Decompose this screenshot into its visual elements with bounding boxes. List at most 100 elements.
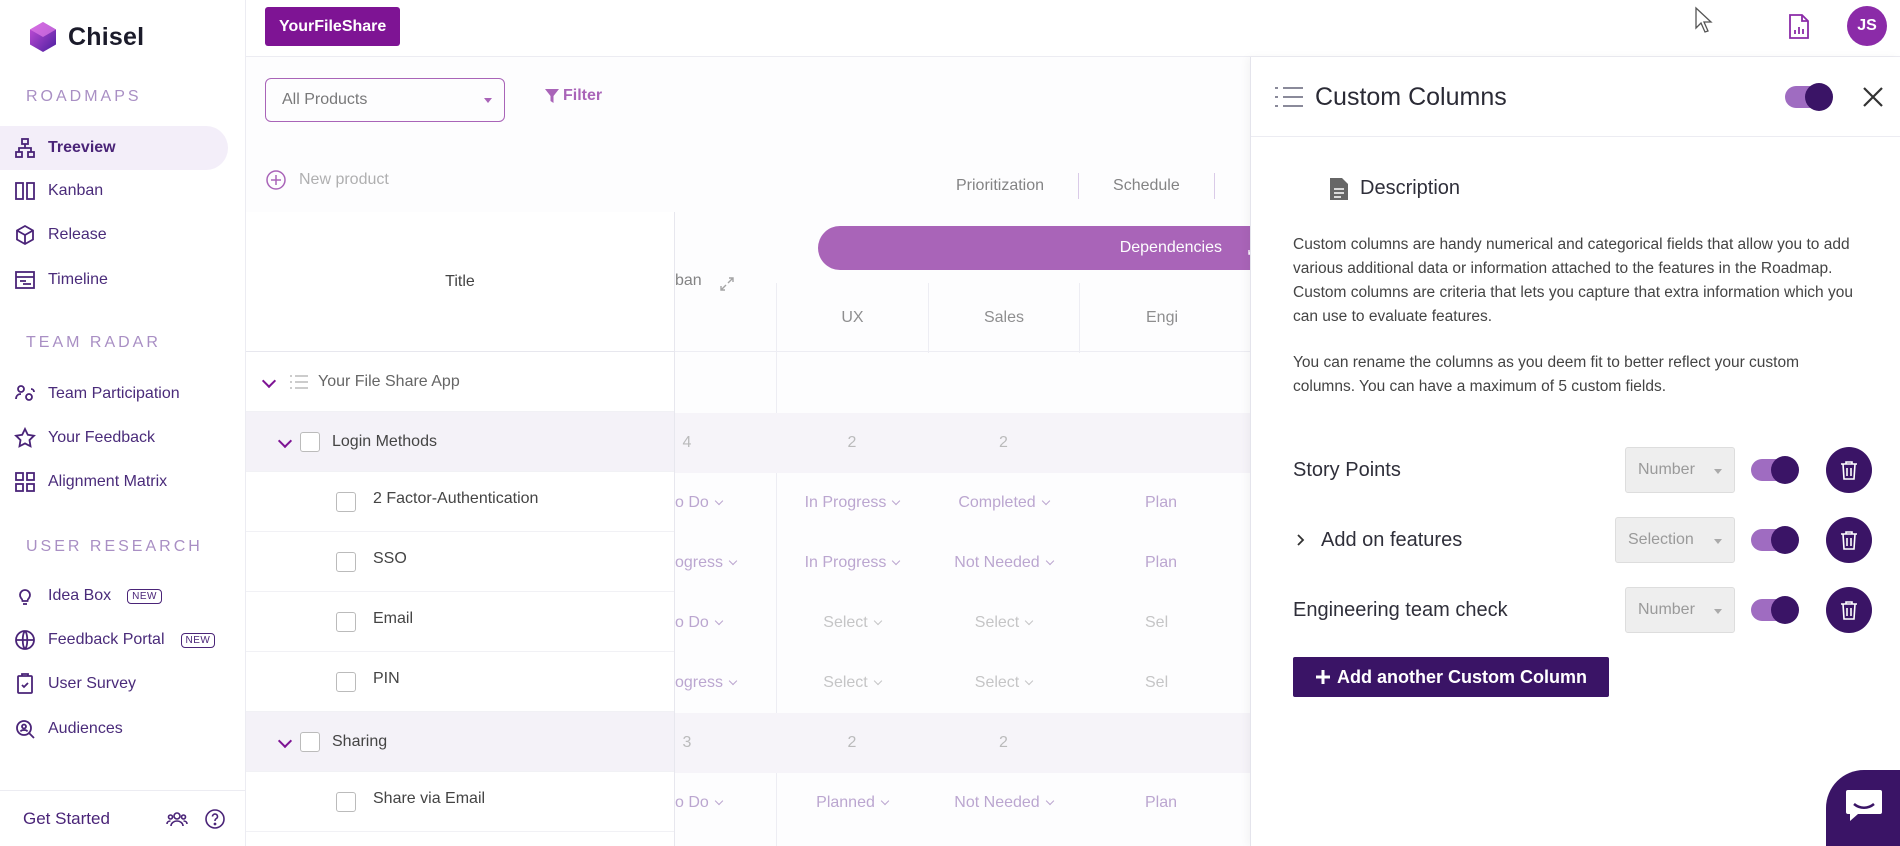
tree-icon bbox=[14, 137, 36, 159]
logo[interactable]: Chisel bbox=[26, 20, 144, 54]
column-type-select[interactable]: Number bbox=[1625, 447, 1735, 493]
chevron-right-icon[interactable] bbox=[1297, 534, 1305, 546]
table-row[interactable]: Sharing bbox=[246, 712, 674, 772]
table-row[interactable]: Share via Email bbox=[246, 772, 674, 832]
panel-enable-toggle[interactable] bbox=[1785, 83, 1833, 111]
delete-column-button[interactable] bbox=[1826, 517, 1872, 563]
trash-icon bbox=[1841, 531, 1857, 550]
custom-columns-panel: Custom Columns Description Custom column… bbox=[1250, 57, 1900, 846]
kanban-status-dropdown[interactable]: ogress bbox=[675, 653, 750, 713]
ux-cell: 2 bbox=[847, 734, 857, 751]
lightbulb-icon bbox=[14, 585, 36, 607]
column-type-select[interactable]: Number bbox=[1625, 587, 1735, 633]
tab-schedule[interactable]: Schedule bbox=[1079, 173, 1215, 199]
table-row[interactable]: PIN bbox=[246, 652, 674, 712]
tab-more[interactable]: More... bbox=[1215, 173, 1250, 199]
expand-icon[interactable] bbox=[720, 277, 734, 291]
product-select[interactable]: All Products bbox=[265, 78, 505, 122]
row-title: PIN bbox=[373, 669, 400, 687]
engineering-status-dropdown[interactable]: Plan bbox=[1145, 533, 1250, 593]
sidebar-item-idea-box[interactable]: Idea Box NEW bbox=[0, 574, 228, 618]
collapse-chevron-icon[interactable] bbox=[277, 433, 300, 451]
engineering-column-header: Engi bbox=[1079, 283, 1250, 353]
custom-column-name[interactable]: Story Points bbox=[1293, 459, 1401, 482]
delete-column-button[interactable] bbox=[1826, 447, 1872, 493]
sales-status-dropdown[interactable]: Select bbox=[928, 653, 1079, 713]
table-row[interactable]: Your File Share App bbox=[246, 352, 674, 412]
column-type-select[interactable]: Selection bbox=[1615, 517, 1735, 563]
kanban-status-dropdown[interactable]: o Do bbox=[675, 593, 729, 653]
engineering-status-dropdown[interactable]: Sel bbox=[1145, 653, 1250, 713]
new-product-button[interactable]: New product bbox=[265, 169, 389, 191]
ux-status-dropdown[interactable]: Select bbox=[776, 593, 928, 653]
get-started-link[interactable]: Get Started bbox=[23, 809, 110, 829]
kanban-status-dropdown[interactable]: o Do bbox=[675, 773, 729, 833]
row-checkbox[interactable] bbox=[300, 731, 320, 752]
column-enable-toggle[interactable] bbox=[1751, 456, 1799, 484]
ux-column-header: UX bbox=[776, 283, 928, 353]
ux-status-dropdown[interactable]: In Progress bbox=[776, 533, 928, 593]
sidebar-item-user-survey[interactable]: User Survey bbox=[0, 662, 228, 706]
custom-column-name[interactable]: Add on features bbox=[1321, 529, 1462, 552]
data-row: o Do Select Select Sel bbox=[675, 593, 1250, 653]
sidebar-item-treeview[interactable]: Treeview bbox=[0, 126, 228, 170]
dependencies-header[interactable]: Dependencies bbox=[818, 226, 1250, 270]
column-enable-toggle[interactable] bbox=[1751, 596, 1799, 624]
sales-status-dropdown[interactable]: Not Needed bbox=[928, 533, 1079, 593]
chevron-down-icon bbox=[1714, 469, 1722, 474]
help-icon[interactable] bbox=[204, 808, 226, 830]
sidebar-item-alignment-matrix[interactable]: Alignment Matrix bbox=[0, 460, 228, 504]
engineering-status-dropdown[interactable]: Sel bbox=[1145, 593, 1250, 653]
sidebar-item-label: Timeline bbox=[48, 271, 108, 288]
row-title: 2 Factor-Authentication bbox=[373, 489, 539, 507]
sidebar-item-feedback-portal[interactable]: Feedback Portal NEW bbox=[0, 618, 228, 662]
table-row[interactable]: SSO bbox=[246, 532, 674, 592]
sidebar-item-audiences[interactable]: Audiences bbox=[0, 707, 228, 751]
collapse-chevron-icon[interactable] bbox=[277, 733, 300, 751]
row-checkbox[interactable] bbox=[336, 551, 356, 572]
report-document-icon[interactable] bbox=[1788, 13, 1810, 40]
description-heading: Description bbox=[1330, 177, 1460, 200]
custom-column-name[interactable]: Engineering team check bbox=[1293, 599, 1508, 622]
engineering-status-dropdown[interactable]: Plan bbox=[1145, 473, 1250, 533]
sidebar-item-release[interactable]: Release bbox=[0, 213, 228, 257]
community-icon[interactable] bbox=[166, 808, 188, 830]
kanban-status-dropdown[interactable]: ogress bbox=[675, 533, 750, 593]
column-enable-toggle[interactable] bbox=[1751, 526, 1799, 554]
filter-button[interactable]: Filter bbox=[545, 87, 602, 105]
close-icon[interactable] bbox=[1861, 85, 1885, 109]
table-row[interactable]: Login Methods bbox=[246, 412, 674, 472]
panel-title: Custom Columns bbox=[1315, 83, 1507, 111]
section-team-radar: TEAM RADAR bbox=[26, 334, 161, 351]
sidebar-item-kanban[interactable]: Kanban bbox=[0, 169, 228, 213]
row-checkbox[interactable] bbox=[336, 491, 356, 512]
table-row[interactable]: 2 Factor-Authentication bbox=[246, 472, 674, 532]
sidebar-item-team-participation[interactable]: Team Participation bbox=[0, 372, 228, 416]
row-checkbox[interactable] bbox=[336, 791, 356, 812]
user-avatar[interactable]: JS bbox=[1847, 6, 1887, 46]
sidebar-footer: Get Started bbox=[0, 790, 246, 846]
engineering-status-dropdown[interactable]: Plan bbox=[1145, 773, 1250, 833]
sales-status-dropdown[interactable]: Not Needed bbox=[928, 773, 1079, 833]
kanban-status-dropdown[interactable]: o Do bbox=[675, 473, 729, 533]
table-row[interactable]: Email bbox=[246, 592, 674, 652]
chat-widget-button[interactable] bbox=[1826, 770, 1900, 846]
row-checkbox[interactable] bbox=[300, 431, 320, 452]
sales-status-dropdown[interactable]: Completed bbox=[928, 473, 1079, 533]
app-switcher-button[interactable]: YourFileShare bbox=[265, 7, 401, 46]
data-row: o Do Planned Not Needed Plan bbox=[675, 773, 1250, 833]
chat-icon bbox=[1846, 790, 1882, 821]
tab-prioritization[interactable]: Prioritization bbox=[911, 173, 1080, 199]
sidebar-item-timeline[interactable]: Timeline bbox=[0, 258, 228, 302]
ux-status-dropdown[interactable]: Select bbox=[776, 653, 928, 713]
row-checkbox[interactable] bbox=[336, 611, 356, 632]
ux-status-dropdown[interactable]: Planned bbox=[776, 773, 928, 833]
delete-column-button[interactable] bbox=[1826, 587, 1872, 633]
collapse-chevron-icon[interactable] bbox=[261, 373, 284, 391]
row-title: SSO bbox=[373, 549, 407, 567]
sidebar-item-your-feedback[interactable]: Your Feedback bbox=[0, 416, 228, 460]
ux-status-dropdown[interactable]: In Progress bbox=[776, 473, 928, 533]
row-checkbox[interactable] bbox=[336, 671, 356, 692]
add-custom-column-button[interactable]: Add another Custom Column bbox=[1293, 657, 1609, 697]
sales-status-dropdown[interactable]: Select bbox=[928, 593, 1079, 653]
